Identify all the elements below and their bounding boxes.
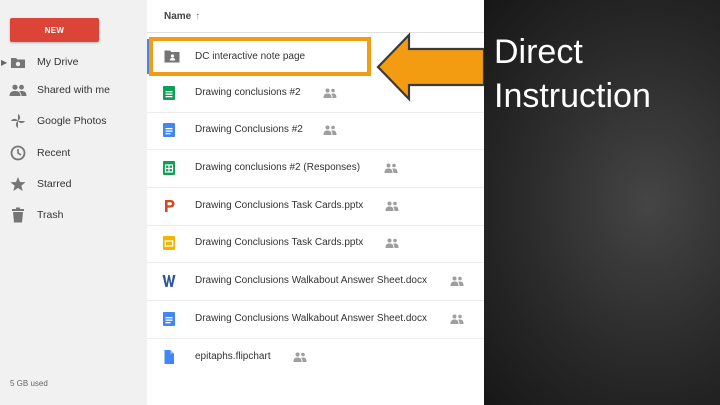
slide-title-line-2: Instruction (494, 77, 651, 115)
slide-title-line-1: Direct (494, 33, 583, 71)
shared-icon (385, 201, 399, 211)
shared-icon (450, 314, 464, 324)
file-name: Drawing conclusions #2 (Responses) (195, 162, 361, 173)
sidebar: NEW ▶ My Drive Shared with me Google Pho… (0, 0, 147, 405)
shared-icon (323, 88, 337, 98)
sheets-icon (163, 86, 175, 100)
file-name: Drawing Conclusions Walkabout Answer She… (195, 313, 427, 324)
sidebar-item-label: Starred (37, 178, 72, 190)
shared-icon (293, 352, 307, 362)
file-row[interactable]: Drawing Conclusions Task Cards.pptx (147, 188, 484, 226)
shared-icon (450, 276, 464, 286)
sidebar-item-label: Google Photos (37, 115, 107, 127)
drive-icon (9, 53, 27, 71)
file-row[interactable]: Drawing Conclusions Walkabout Answer She… (147, 301, 484, 339)
name-header-label: Name (164, 11, 192, 22)
trash-icon (9, 206, 27, 224)
new-button[interactable]: NEW (10, 18, 99, 42)
docs-icon (163, 123, 175, 137)
file-name: Drawing Conclusions Walkabout Answer She… (195, 275, 427, 286)
sidebar-item-photos[interactable]: Google Photos (0, 109, 147, 133)
file-name: DC interactive note page (195, 51, 306, 62)
sidebar-item-starred[interactable]: Starred (0, 172, 147, 196)
shared-icon (323, 125, 337, 135)
slide-title: Direct Instruction (494, 30, 714, 118)
name-column-header[interactable]: Name ↑ (164, 11, 200, 22)
file-row[interactable]: epitaphs.flipchart (147, 339, 484, 376)
sidebar-item-label: My Drive (37, 56, 79, 68)
sidebar-item-label: Recent (37, 147, 71, 159)
shared-folder-icon (164, 50, 180, 63)
shared-icon (384, 163, 398, 173)
sidebar-item-recent[interactable]: Recent (0, 141, 147, 165)
docs-icon (163, 312, 175, 326)
sidebar-item-trash[interactable]: Trash (0, 203, 147, 227)
storage-usage: 5 GB used (10, 379, 48, 388)
people-icon (9, 81, 27, 99)
sidebar-item-label: Trash (37, 209, 64, 221)
file-row[interactable]: Drawing Conclusions Task Cards.pptx (147, 225, 484, 263)
file-name: Drawing Conclusions Task Cards.pptx (195, 237, 364, 248)
file-row-highlighted[interactable]: DC interactive note page (149, 37, 371, 76)
file-row[interactable]: Drawing Conclusions #2 (147, 112, 484, 150)
orange-pointer-arrow-icon (376, 32, 486, 102)
shared-icon (385, 238, 399, 248)
sidebar-item-shared[interactable]: Shared with me (0, 78, 147, 102)
sidebar-item-my-drive[interactable]: My Drive (0, 50, 147, 74)
slides-icon (163, 236, 175, 250)
sort-arrow-icon[interactable]: ↑ (195, 11, 200, 22)
star-icon (9, 175, 27, 193)
clock-icon (9, 144, 27, 162)
file-name: epitaphs.flipchart (195, 351, 271, 362)
sheets-icon (163, 161, 175, 175)
file-row[interactable]: Drawing conclusions #2 (Responses) (147, 150, 484, 188)
pinwheel-icon (9, 112, 27, 130)
file-name: Drawing Conclusions #2 (195, 124, 303, 135)
file-row[interactable]: Drawing Conclusions Walkabout Answer She… (147, 263, 484, 301)
word-w-icon (162, 275, 176, 287)
file-name: Drawing conclusions #2 (195, 87, 301, 98)
file-name: Drawing Conclusions Task Cards.pptx (195, 200, 364, 211)
powerpoint-p-icon (165, 200, 175, 212)
sidebar-item-label: Shared with me (37, 84, 110, 96)
generic-file-icon (164, 350, 174, 364)
